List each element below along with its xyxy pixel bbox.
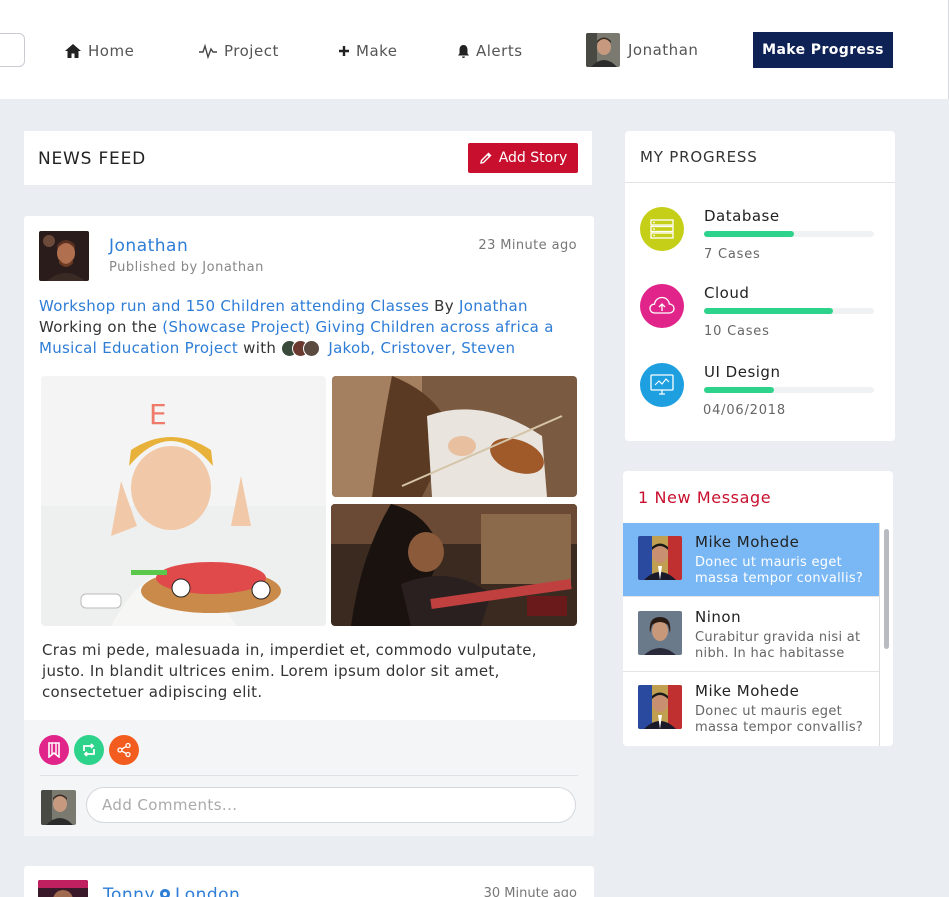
message-sender: Mike Mohede [695, 533, 800, 551]
post-card: Tonny London 30 Minute ago [24, 866, 594, 897]
progress-icon-wrap [640, 363, 684, 407]
nav-project[interactable]: Project [198, 40, 279, 62]
footer-divider [40, 775, 578, 776]
search-input[interactable] [0, 33, 25, 67]
headline-author-link[interactable]: Jonathan [459, 297, 528, 315]
message-sender: Ninon [695, 608, 742, 626]
headline-link[interactable]: Workshop run and 150 Children attending … [39, 297, 429, 315]
progress-track [704, 231, 874, 237]
post-timestamp: 30 Minute ago [483, 886, 577, 897]
bookmark-button[interactable] [39, 735, 69, 765]
messages-scrollbar[interactable] [879, 523, 893, 746]
progress-track [704, 308, 874, 314]
share-button[interactable] [109, 735, 139, 765]
progress-item-meta: 10 Cases [704, 324, 770, 339]
nav-user-profile[interactable]: Jonathan [586, 33, 698, 67]
progress-track [704, 387, 874, 393]
avatar [638, 685, 682, 729]
message-list: Mike Mohede Donec ut mauris eget massa t… [623, 523, 879, 746]
progress-item-meta: 7 Cases [704, 247, 761, 262]
share-icon [117, 742, 131, 758]
scrollbar-thumb[interactable] [884, 529, 889, 649]
progress-item-name: UI Design [704, 363, 781, 381]
bell-icon [458, 44, 469, 58]
message-sender: Mike Mohede [695, 682, 800, 700]
post-footer [24, 720, 594, 836]
post-image-child[interactable]: E [41, 376, 326, 626]
post-headline: Workshop run and 150 Children attending … [39, 296, 584, 359]
monitor-icon [650, 374, 674, 395]
message-preview: Donec ut mauris eget massa tempor conval… [695, 555, 864, 586]
nav-alerts-label: Alerts [476, 42, 523, 60]
progress-divider [625, 182, 895, 183]
post-timestamp: 23 Minute ago [478, 238, 577, 253]
post-image-guitar[interactable] [331, 504, 577, 626]
post2-location: London [175, 885, 241, 897]
message-preview: Curabitur gravida nisi at nibh. In hac h… [695, 630, 861, 661]
comment-input[interactable] [86, 787, 576, 823]
repost-icon [83, 743, 95, 757]
nav-home[interactable]: Home [64, 40, 134, 62]
add-story-button[interactable]: Add Story [468, 143, 578, 173]
nav-make[interactable]: Make [338, 40, 398, 62]
nav-home-label: Home [88, 42, 135, 60]
avatar [638, 611, 682, 655]
nav-make-label: Make [356, 42, 398, 60]
progress-title: MY PROGRESS [640, 148, 758, 166]
messages-title: 1 New Message [638, 488, 772, 507]
with-word: with [243, 339, 277, 357]
message-item[interactable]: Mike Mohede Donec ut mauris eget massa t… [623, 523, 879, 597]
post2-author-name: Tonny [103, 885, 156, 897]
home-icon [65, 44, 81, 58]
post-author-link[interactable]: Tonny London [103, 885, 240, 897]
nav-project-label: Project [224, 42, 279, 60]
progress-item-meta: 04/06/2018 [703, 403, 786, 418]
cloud-upload-icon [649, 296, 675, 314]
bookmark-icon [48, 742, 60, 758]
message-item[interactable]: Ninon Curabitur gravida nisi at nibh. In… [623, 598, 879, 672]
nav-alerts[interactable]: Alerts [457, 40, 523, 62]
news-feed-title: NEWS FEED [38, 149, 147, 169]
author-avatar[interactable] [38, 880, 88, 897]
post-body-text: Cras mi pede, malesuada in, imperdiet et… [42, 641, 537, 701]
commenter-avatar [41, 790, 76, 825]
messages-panel: 1 New Message Mike Mohede Donec ut mauri… [623, 471, 893, 746]
progress-icon-wrap [640, 284, 684, 328]
nav-user-name: Jonathan [628, 41, 699, 59]
avatar [586, 33, 620, 67]
progress-item-name: Database [704, 207, 780, 225]
my-progress-panel: MY PROGRESS Database 7 Cases Cloud 10 Ca… [625, 131, 895, 441]
plus-icon [339, 46, 349, 56]
post-card: Jonathan Published by Jonathan 23 Minute… [24, 216, 594, 836]
progress-item-name: Cloud [704, 284, 750, 302]
add-story-label: Add Story [498, 150, 568, 166]
by-word: By [434, 297, 454, 315]
post-image-violin[interactable] [332, 376, 577, 497]
avatar [638, 536, 682, 580]
tagged-avatars [281, 340, 321, 357]
news-feed-header: NEWS FEED Add Story [24, 131, 592, 185]
progress-icon-wrap [640, 207, 684, 251]
pulse-icon [199, 43, 217, 59]
progress-fill [704, 308, 834, 314]
location-pin-icon [160, 888, 171, 897]
message-item[interactable]: Mike Mohede Donec ut mauris eget massa t… [623, 672, 879, 746]
make-progress-button[interactable]: Make Progress [753, 32, 893, 68]
database-icon [650, 219, 674, 239]
message-preview: Donec ut mauris eget massa tempor conval… [695, 704, 864, 735]
working-on-text: Working on the [39, 318, 158, 336]
post-author-link[interactable]: Jonathan [109, 236, 188, 256]
tagged-people-link[interactable]: Jakob, Cristover, Steven [328, 339, 515, 357]
author-avatar[interactable] [39, 231, 89, 281]
progress-fill [704, 387, 774, 393]
svg-text:E: E [149, 398, 167, 431]
post-published-by: Published by Jonathan [109, 260, 264, 275]
pencil-icon [479, 152, 492, 164]
repost-button[interactable] [74, 735, 104, 765]
top-navbar: Home Project Make Alerts Jonathan Make P… [0, 0, 949, 99]
progress-fill [704, 231, 795, 237]
